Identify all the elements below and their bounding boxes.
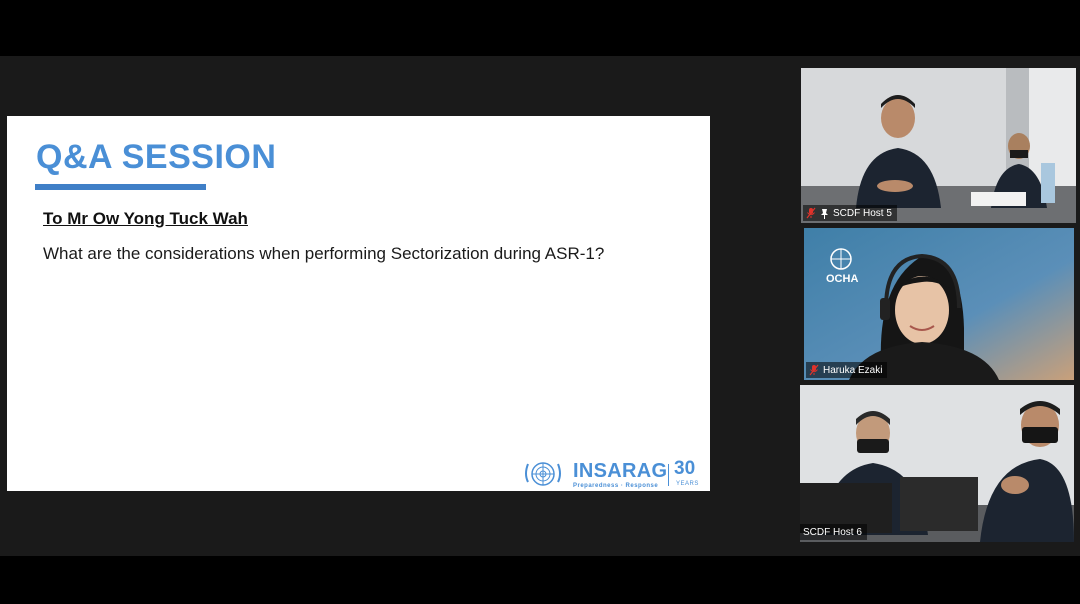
video-tile-scdf-host-6[interactable]: SCDF Host 6	[800, 385, 1074, 542]
mic-muted-icon	[806, 207, 816, 219]
participant-name-tag: Haruka Ezaki	[806, 362, 888, 378]
participant-name-tag: SCDF Host 6	[800, 524, 867, 540]
mic-muted-icon	[809, 364, 819, 376]
participant-name: SCDF Host 6	[803, 526, 862, 538]
slide-title: Q&A SESSION	[36, 138, 277, 176]
video-feed	[800, 385, 1074, 542]
insarag-tagline: Preparedness · Response	[573, 483, 659, 489]
insarag-brand: INSARAG	[573, 460, 668, 482]
title-underline	[35, 184, 206, 190]
un-emblem-icon	[525, 462, 561, 486]
video-tile-scdf-host-5[interactable]: SCDF Host 5	[801, 68, 1076, 223]
shared-screen-slide: Q&A SESSION To Mr Ow Yong Tuck Wah What …	[7, 116, 710, 491]
participant-name: Haruka Ezaki	[823, 364, 883, 376]
pin-icon	[821, 208, 828, 219]
video-feed	[801, 68, 1076, 223]
logo-separator	[668, 464, 669, 486]
participant-name: SCDF Host 5	[833, 207, 892, 219]
video-tile-haruka-ezaki[interactable]: OCHA Haruka Ezaki	[804, 228, 1074, 380]
participant-name-tag: SCDF Host 5	[803, 205, 897, 221]
insarag-logo: INSARAG Preparedness · Response 30 YEARS	[520, 456, 705, 492]
years-label: YEARS	[676, 481, 699, 487]
slide-recipient: To Mr Ow Yong Tuck Wah	[43, 209, 248, 228]
years-number: 30	[674, 458, 696, 479]
ocha-logo-text: OCHA	[826, 273, 859, 285]
video-feed	[804, 228, 1074, 380]
slide-question: What are the considerations when perform…	[43, 244, 605, 263]
